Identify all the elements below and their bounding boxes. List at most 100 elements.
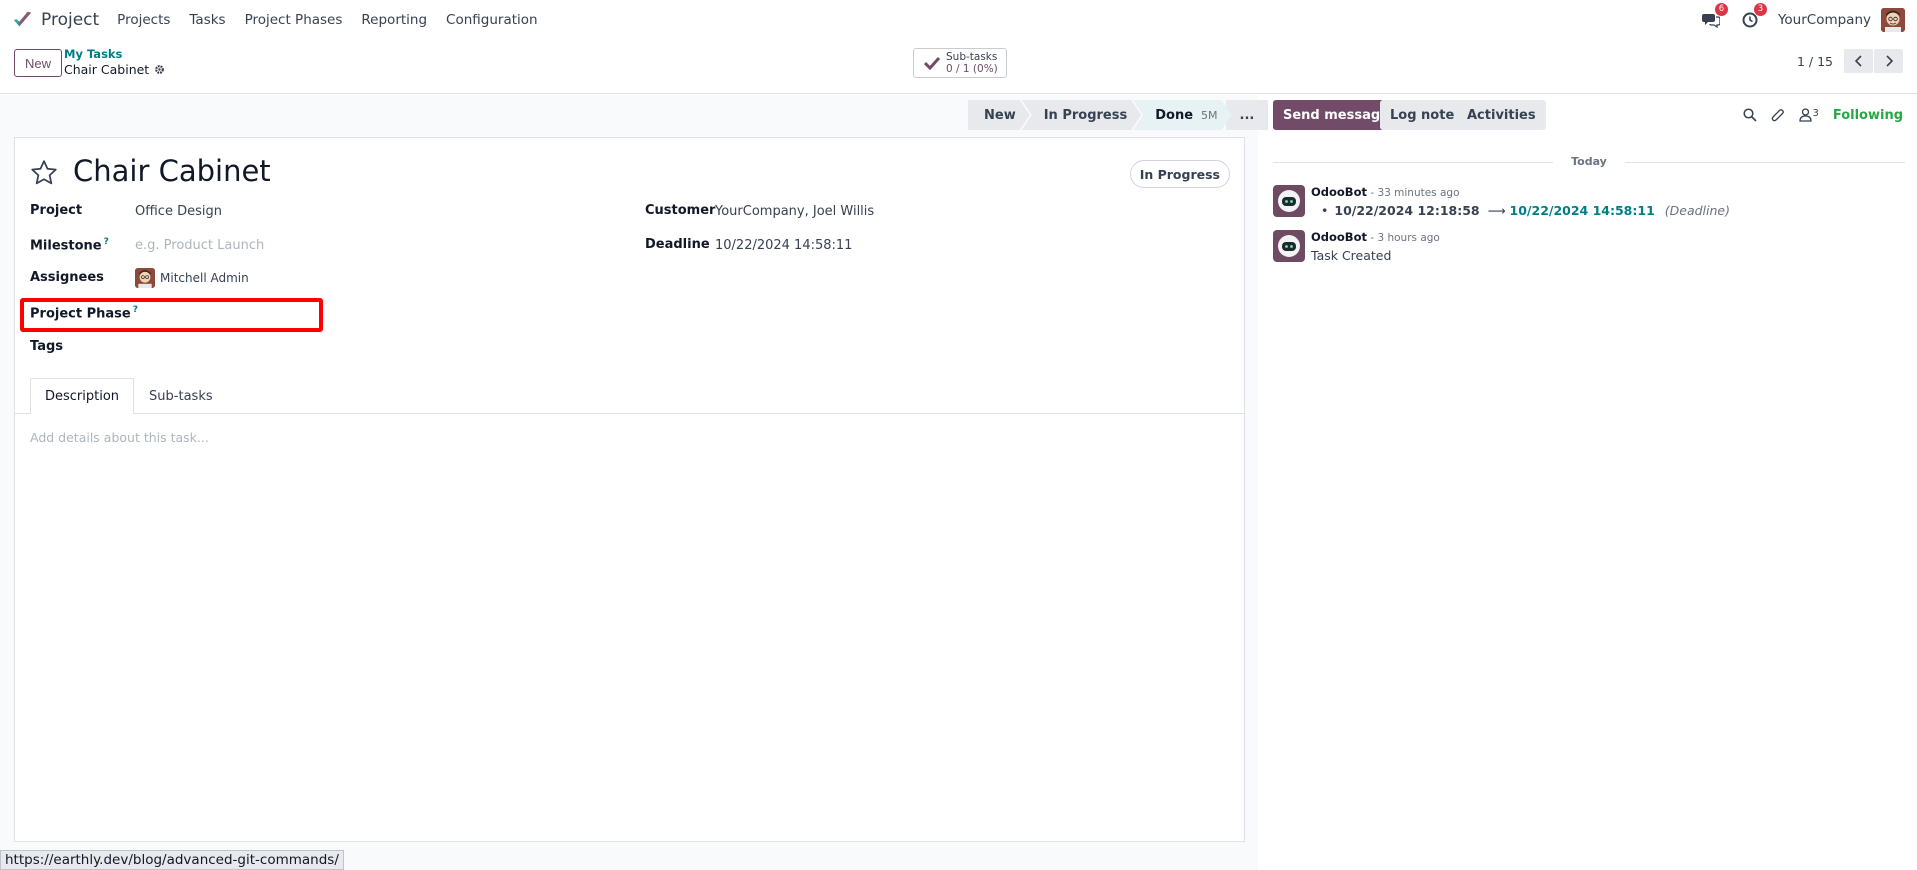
breadcrumb-current: Chair Cabinet — [64, 61, 165, 78]
date-separator: Today — [1273, 155, 1905, 169]
app-name[interactable]: Project — [41, 10, 99, 30]
subtasks-label: Sub-tasks — [946, 51, 998, 63]
customer-field[interactable]: YourCompany, Joel Willis — [715, 204, 874, 219]
deadline-field[interactable]: 10/22/2024 14:58:11 — [715, 238, 852, 253]
project-field[interactable]: Office Design — [135, 204, 222, 219]
pager-next-button[interactable] — [1874, 49, 1903, 73]
stage-new[interactable]: New — [968, 100, 1030, 130]
gear-icon[interactable] — [154, 64, 165, 75]
user-icon — [1799, 108, 1813, 122]
followers-button[interactable]: 3 — [1799, 108, 1819, 122]
chatter-toolbar: 3 Following — [1743, 100, 1903, 130]
activities-button[interactable]: 3 — [1739, 3, 1767, 31]
menu-projects[interactable]: Projects — [117, 12, 170, 28]
chatter-message: OdooBot - 33 minutes ago • 10/22/2024 12:… — [1273, 185, 1893, 221]
stage-done-label: Done — [1155, 107, 1194, 123]
customer-label: Customer — [645, 203, 716, 218]
tracking-value: • 10/22/2024 12:18:58 ⟶ 10/22/2024 14:58:1… — [1311, 203, 1730, 218]
paperclip-icon[interactable] — [1771, 108, 1785, 123]
assignees-field[interactable]: Mitchell Admin — [135, 268, 249, 288]
check-icon — [924, 56, 940, 70]
message-author[interactable]: OdooBot — [1311, 230, 1367, 244]
tags-field[interactable] — [135, 336, 635, 358]
separator-line-right — [1625, 162, 1905, 163]
assignee-avatar — [135, 268, 155, 288]
user-avatar[interactable] — [1881, 8, 1905, 32]
description-editor[interactable]: Add details about this task... — [30, 430, 209, 445]
top-navbar: Project Projects Tasks Project Phases Re… — [0, 0, 1917, 40]
chevron-left-icon — [1854, 55, 1862, 67]
chatter-message: OdooBot - 3 hours ago Task Created — [1273, 230, 1893, 266]
deadline-label: Deadline — [645, 237, 710, 252]
messages-button[interactable]: 6 — [1700, 3, 1728, 31]
task-title[interactable]: Chair Cabinet — [73, 154, 271, 188]
message-author-line: OdooBot - 33 minutes ago — [1311, 185, 1460, 199]
message-author-line: OdooBot - 3 hours ago — [1311, 230, 1440, 244]
arrow-right-icon: ⟶ — [1487, 203, 1506, 218]
control-panel: New My Tasks Chair Cabinet Sub-tasks 0 /… — [0, 40, 1917, 94]
star-icon[interactable] — [29, 158, 59, 188]
stage-more-button[interactable]: ... — [1225, 100, 1269, 130]
stage-more-label: ... — [1239, 107, 1255, 123]
bullet-icon: • — [1321, 203, 1329, 218]
menu-configuration[interactable]: Configuration — [446, 12, 538, 28]
message-time: - 33 minutes ago — [1366, 187, 1460, 199]
message-time: - 3 hours ago — [1366, 232, 1440, 244]
following-button[interactable]: Following — [1833, 108, 1903, 123]
company-switcher[interactable]: YourCompany — [1778, 12, 1871, 28]
tab-description[interactable]: Description — [30, 378, 135, 415]
pager-previous-button[interactable] — [1844, 49, 1873, 73]
project-app-logo-icon[interactable] — [12, 9, 34, 31]
menu-project-phases[interactable]: Project Phases — [245, 12, 343, 28]
search-icon[interactable] — [1743, 108, 1758, 122]
status-url-tooltip: https://earthly.dev/blog/advanced-git-co… — [0, 850, 344, 870]
chevron-right-icon — [1885, 55, 1893, 67]
subtasks-value: 0 / 1 (0%) — [946, 63, 998, 75]
activities-button-chatter[interactable]: Activities — [1457, 100, 1546, 130]
subtasks-smart-button[interactable]: Sub-tasks 0 / 1 (0%) — [913, 48, 1007, 78]
breadcrumb-current-label: Chair Cabinet — [64, 62, 150, 77]
navbar-systray: 6 3 YourCompany — [1700, 0, 1905, 40]
tags-label: Tags — [30, 339, 64, 354]
robot-icon — [1278, 235, 1300, 257]
pager-value[interactable]: 1 / 15 — [1797, 54, 1833, 69]
odoobot-avatar[interactable] — [1273, 230, 1305, 262]
subtasks-smart-text: Sub-tasks 0 / 1 (0%) — [946, 51, 998, 75]
robot-icon — [1278, 190, 1300, 212]
breadcrumb: My Tasks Chair Cabinet — [64, 47, 165, 78]
menu-tasks[interactable]: Tasks — [189, 12, 225, 28]
user-avatar-icon — [1881, 8, 1905, 32]
stage-done[interactable]: Done 5M — [1133, 100, 1231, 130]
milestone-field[interactable]: e.g. Product Launch — [135, 238, 264, 253]
assignee-name: Mitchell Admin — [160, 271, 249, 285]
stage-in-progress[interactable]: In Progress — [1022, 100, 1142, 130]
milestone-help-icon[interactable]: ? — [104, 237, 109, 247]
new-button[interactable]: New — [14, 49, 63, 77]
activities-badge: 3 — [1753, 3, 1767, 16]
assignee-avatar-icon — [135, 268, 155, 288]
log-note-button[interactable]: Log note — [1380, 100, 1465, 130]
form-tabs: Description Sub-tasks — [30, 378, 228, 415]
tracking-old-value: 10/22/2024 12:18:58 — [1334, 203, 1480, 218]
messages-badge: 6 — [1714, 3, 1728, 16]
followers-count: 3 — [1812, 108, 1819, 119]
menu-reporting[interactable]: Reporting — [361, 12, 427, 28]
pager: 1 / 15 — [1797, 49, 1903, 73]
project-phase-highlight — [20, 298, 323, 332]
milestone-label-text: Milestone — [30, 238, 102, 254]
message-body: Task Created — [1311, 248, 1392, 263]
assignees-label: Assignees — [30, 270, 104, 285]
breadcrumb-my-tasks[interactable]: My Tasks — [64, 47, 165, 61]
tracking-new-value: 10/22/2024 14:58:11 — [1509, 203, 1655, 218]
message-author[interactable]: OdooBot — [1311, 185, 1367, 199]
project-label: Project — [30, 203, 83, 218]
stage-duration: 5M — [1201, 108, 1218, 122]
task-state-button[interactable]: In Progress — [1129, 160, 1230, 188]
stage-in-progress-label: In Progress — [1043, 107, 1128, 123]
milestone-label: Milestone? — [30, 237, 109, 253]
stage-statusbar: New In Progress Done 5M ... — [968, 100, 1269, 130]
tab-subtasks[interactable]: Sub-tasks — [134, 378, 228, 414]
odoobot-avatar[interactable] — [1273, 185, 1305, 217]
stage-new-label: New — [984, 107, 1016, 123]
form-sheet: Chair Cabinet In Progress Project Office… — [14, 137, 1245, 842]
